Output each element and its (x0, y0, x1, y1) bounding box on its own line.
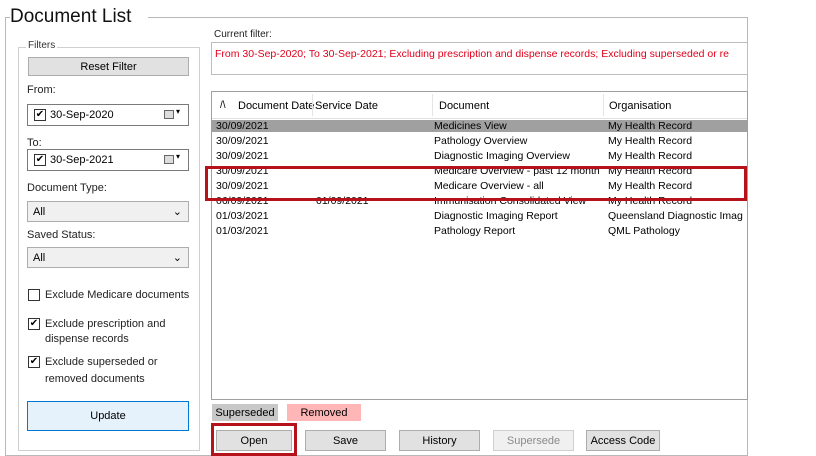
highlight-medicare-rows (205, 166, 747, 201)
exclude-superseded-label-line2: removed documents (45, 373, 145, 385)
column-header-service-date[interactable]: Service Date (315, 100, 378, 112)
reset-filter-button[interactable]: Reset Filter (28, 57, 189, 76)
cell-organisation: Queensland Diagnostic Imag (608, 210, 743, 222)
history-label: History (422, 434, 457, 447)
to-date-value: 30-Sep-2021 (50, 154, 114, 166)
calendar-icon[interactable] (164, 155, 174, 164)
table-row[interactable]: 30/09/2021 Medicines View My Health Reco… (212, 120, 747, 132)
from-date-checkbox[interactable]: ✔ (34, 109, 46, 121)
document-table[interactable]: /\ Document Date Service Date Document O… (211, 91, 748, 400)
saved-status-label: Saved Status: (27, 229, 96, 241)
calendar-icon[interactable] (164, 110, 174, 119)
filters-group-label: Filters (26, 40, 58, 51)
cell-document: Diagnostic Imaging Overview (434, 150, 570, 162)
cell-organisation: My Health Record (608, 150, 693, 162)
sort-ascending-icon[interactable]: /\ (220, 100, 226, 111)
current-filter-label: Current filter: (214, 29, 272, 40)
chevron-down-icon: ▾ (176, 152, 181, 161)
table-row[interactable]: 01/03/2021 Pathology Report QML Patholog… (212, 225, 747, 237)
to-date-picker[interactable]: ✔ 30-Sep-2021 ▾ (27, 149, 189, 171)
legend-removed: Removed (287, 404, 361, 421)
column-header-document[interactable]: Document (439, 100, 489, 112)
exclude-prescription-label-line2: dispense records (45, 333, 129, 345)
cell-document-date: 30/09/2021 (216, 120, 269, 132)
from-label: From: (27, 84, 56, 96)
chevron-down-icon: ⌄ (172, 206, 182, 218)
access-code-label: Access Code (590, 434, 656, 447)
document-type-select[interactable]: All ⌄ (27, 201, 189, 222)
to-label: To: (27, 137, 42, 149)
column-divider (432, 94, 433, 116)
chevron-down-icon: ⌄ (172, 252, 182, 264)
supersede-button[interactable]: Supersede (493, 430, 574, 451)
from-date-picker[interactable]: ✔ 30-Sep-2020 ▾ (27, 104, 189, 126)
exclude-prescription-checkbox[interactable]: ✔ (28, 318, 40, 330)
chevron-down-icon: ▾ (176, 107, 181, 116)
highlight-open-button (211, 423, 297, 456)
exclude-superseded-label: Exclude superseded or (45, 356, 158, 368)
supersede-label: Supersede (506, 434, 561, 447)
history-button[interactable]: History (399, 430, 480, 451)
legend-superseded: Superseded (212, 404, 278, 421)
cell-organisation: My Health Record (608, 135, 693, 147)
cell-document: Medicines View (434, 120, 507, 132)
save-button[interactable]: Save (305, 430, 386, 451)
cell-document-date: 30/09/2021 (216, 135, 269, 147)
exclude-prescription-label: Exclude prescription and (45, 318, 166, 330)
exclude-superseded-checkbox[interactable]: ✔ (28, 356, 40, 368)
column-divider (603, 94, 604, 116)
cell-document-date: 30/09/2021 (216, 150, 269, 162)
reset-filter-label: Reset Filter (80, 60, 137, 73)
cell-document: Diagnostic Imaging Report (434, 210, 558, 222)
current-filter-box: From 30-Sep-2020; To 30-Sep-2021; Exclud… (211, 42, 748, 75)
to-date-checkbox[interactable]: ✔ (34, 154, 46, 166)
saved-status-value: All (33, 251, 46, 264)
save-label: Save (332, 434, 359, 447)
column-divider (312, 94, 313, 116)
exclude-medicare-checkbox[interactable] (28, 289, 40, 301)
cell-document: Pathology Overview (434, 135, 528, 147)
document-type-value: All (33, 205, 46, 218)
update-button[interactable]: Update (27, 401, 189, 431)
exclude-medicare-label: Exclude Medicare documents (45, 289, 190, 301)
cell-document: Pathology Report (434, 225, 516, 237)
table-row[interactable]: 30/09/2021 Diagnostic Imaging Overview M… (212, 150, 747, 162)
window-title: Document List (10, 6, 132, 27)
column-header-organisation[interactable]: Organisation (609, 100, 671, 112)
cell-organisation: My Health Record (608, 120, 693, 132)
table-row[interactable]: 01/03/2021 Diagnostic Imaging Report Que… (212, 210, 747, 222)
cell-document-date: 01/03/2021 (216, 210, 269, 222)
column-header-document-date[interactable]: Document Date (238, 100, 314, 112)
current-filter-text: From 30-Sep-2020; To 30-Sep-2021; Exclud… (215, 48, 730, 60)
table-row[interactable]: 30/09/2021 Pathology Overview My Health … (212, 135, 747, 147)
cell-document-date: 01/03/2021 (216, 225, 269, 237)
saved-status-select[interactable]: All ⌄ (27, 247, 189, 268)
from-date-value: 30-Sep-2020 (50, 109, 114, 121)
update-label: Update (90, 410, 126, 422)
header-divider (212, 118, 747, 119)
access-code-button[interactable]: Access Code (586, 430, 660, 451)
document-type-label: Document Type: (27, 182, 107, 194)
cell-organisation: QML Pathology (608, 225, 680, 237)
